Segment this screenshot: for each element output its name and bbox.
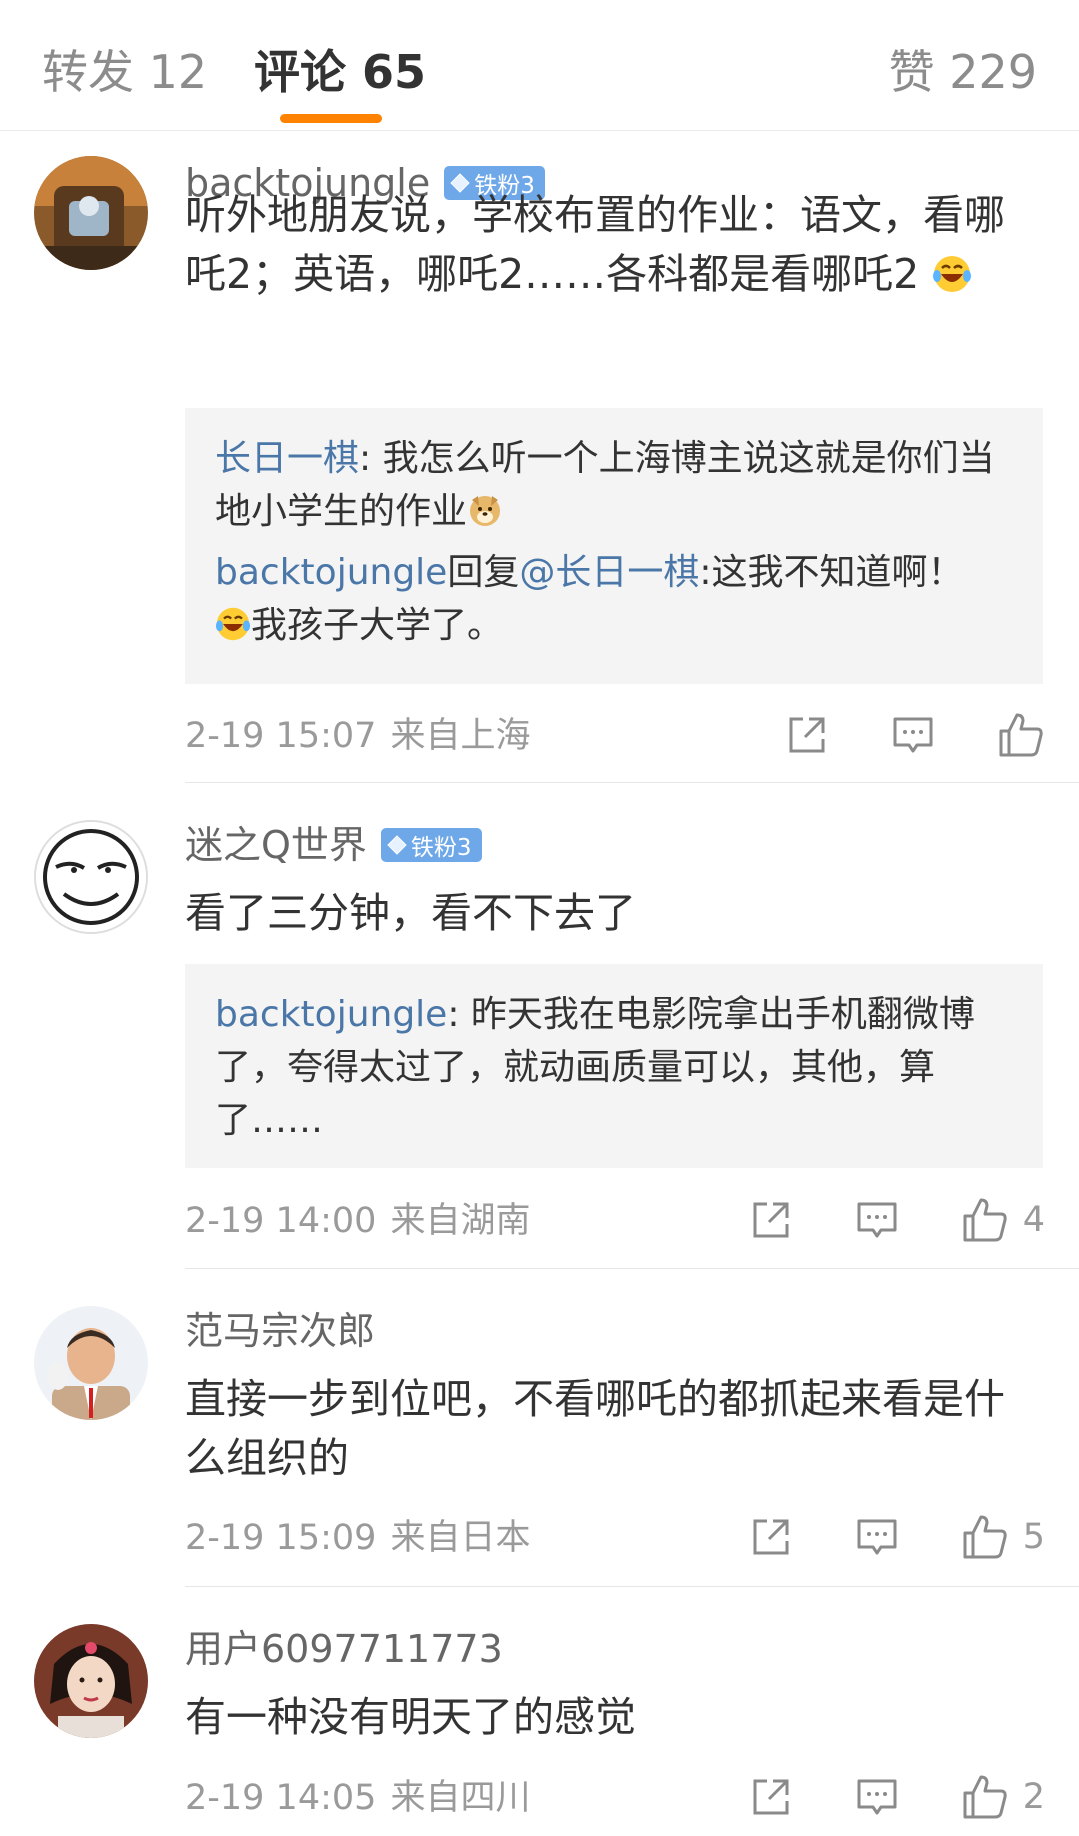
comment-time: 2-19 15:09 <box>185 1518 377 1558</box>
laugh-cry-emoji-icon <box>933 256 972 292</box>
comment-meta: 2-19 15:09 来自日本 <box>185 1516 530 1560</box>
reply-button[interactable] <box>855 1775 899 1819</box>
comment-text-body: 有一种没有明天了的感觉 <box>185 1693 636 1741</box>
reply-item: backtojungle回复@长日一棋:这我不知道啊！ 我孩子大学了。 <box>215 546 1013 652</box>
thumbs-up-icon <box>963 1775 1007 1819</box>
author-row: 范马宗次郎 <box>185 1308 375 1354</box>
comment-location: 来自上海 <box>390 716 531 756</box>
comment-actions: 2 <box>749 1773 1045 1821</box>
comment-time: 2-19 14:00 <box>185 1201 377 1241</box>
comment-meta: 2-19 14:00 来自湖南 <box>185 1199 530 1243</box>
comment-tabs: 转发 12 评论 65 赞 229 <box>0 0 1079 131</box>
comment-text-body: 看了三分钟，看不下去了 <box>185 889 636 937</box>
like-count: 2 <box>1022 1777 1045 1817</box>
reply-text-continued: 我孩子大学了。 <box>251 605 504 646</box>
comment-text: 直接一步到位吧，不看哪吒的都抓起来看是什么组织的 <box>185 1370 1045 1488</box>
reply-separator: : <box>447 994 471 1035</box>
reply-author-link[interactable]: backtojungle <box>215 552 447 593</box>
reply-text: 这我不知道啊！ <box>711 552 964 593</box>
reply-author-link[interactable]: backtojungle <box>215 994 447 1035</box>
tab-repost[interactable]: 转发 12 <box>42 44 207 100</box>
comment-actions: 5 <box>749 1513 1045 1561</box>
reply-button[interactable] <box>855 1198 899 1242</box>
share-button[interactable] <box>749 1775 793 1819</box>
comment-time: 2-19 14:05 <box>185 1778 377 1818</box>
comment-text-body: 直接一步到位吧，不看哪吒的都抓起来看是什么组织的 <box>185 1375 1005 1482</box>
avatar[interactable] <box>34 1306 148 1420</box>
reply-word: 回复 <box>447 552 520 593</box>
reply-separator: : <box>699 552 712 593</box>
comment-actions <box>785 711 1045 759</box>
author-row: 迷之Q世界 铁粉3 <box>185 822 482 868</box>
comment-location: 来自日本 <box>390 1518 531 1558</box>
comment-text: 听外地朋友说，学校布置的作业：语文，看哪吒2；英语，哪吒2……各科都是看哪吒2 <box>185 186 1045 304</box>
like-button[interactable]: 2 <box>961 1773 1045 1821</box>
like-button[interactable]: 5 <box>961 1513 1045 1561</box>
comment-actions: 4 <box>749 1196 1045 1244</box>
comment-location: 来自四川 <box>390 1778 531 1818</box>
comment-text: 有一种没有明天了的感觉 <box>185 1688 1045 1747</box>
username[interactable]: 范马宗次郎 <box>185 1308 375 1354</box>
thumbs-up-icon <box>963 1198 1007 1242</box>
fan-badge-label: 铁粉3 <box>410 835 472 861</box>
reply-author-link[interactable]: 长日一棋 <box>215 438 359 479</box>
share-icon <box>789 717 825 753</box>
reply-separator: : <box>359 438 383 479</box>
reply-button[interactable] <box>855 1515 899 1559</box>
avatar[interactable] <box>34 1624 148 1738</box>
like-count: 4 <box>1022 1200 1045 1240</box>
share-button[interactable] <box>749 1198 793 1242</box>
comment-location: 来自湖南 <box>390 1201 531 1241</box>
reply-thread[interactable]: 长日一棋: 我怎么听一个上海博主说这就是你们当地小学生的作业 backtojun… <box>185 408 1043 684</box>
diamond-icon <box>387 835 407 855</box>
avatar[interactable] <box>34 820 148 934</box>
comment-icon <box>857 1519 897 1555</box>
thumbs-up-icon <box>999 713 1043 757</box>
reply-button[interactable] <box>891 713 935 757</box>
divider <box>185 782 1079 783</box>
share-button[interactable] <box>749 1515 793 1559</box>
thumbs-up-icon <box>963 1515 1007 1559</box>
username[interactable]: 迷之Q世界 <box>185 822 367 868</box>
doge-emoji-icon <box>470 496 501 526</box>
reply-item: 长日一棋: 我怎么听一个上海博主说这就是你们当地小学生的作业 <box>215 432 1013 538</box>
username[interactable]: 用户6097711773 <box>185 1626 503 1672</box>
active-tab-indicator <box>280 114 382 123</box>
share-icon <box>753 1779 789 1815</box>
mention-link[interactable]: @长日一棋 <box>519 552 699 593</box>
reply-thread[interactable]: backtojungle: 昨天我在电影院拿出手机翻微博了，夸得太过了，就动画质… <box>185 964 1043 1168</box>
share-icon <box>753 1202 789 1238</box>
share-icon <box>753 1519 789 1555</box>
comment-text-body: 听外地朋友说，学校布置的作业：语文，看哪吒2；英语，哪吒2……各科都是看哪吒2 <box>185 191 1005 298</box>
comment-meta: 2-19 15:07 来自上海 <box>185 714 530 758</box>
reply-item: backtojungle: 昨天我在电影院拿出手机翻微博了，夸得太过了，就动画质… <box>215 988 1013 1147</box>
share-button[interactable] <box>785 713 829 757</box>
fan-badge[interactable]: 铁粉3 <box>380 828 482 862</box>
laugh-cry-emoji-icon <box>215 607 251 641</box>
comment-meta: 2-19 14:05 来自四川 <box>185 1776 530 1820</box>
divider <box>185 1586 1079 1587</box>
author-row: 用户6097711773 <box>185 1626 503 1672</box>
tab-comments[interactable]: 评论 65 <box>254 44 426 100</box>
comment-icon <box>857 1202 897 1238</box>
divider <box>185 1268 1079 1269</box>
comment-time: 2-19 15:07 <box>185 716 377 756</box>
like-button[interactable]: 4 <box>961 1196 1045 1244</box>
like-button[interactable] <box>997 711 1045 759</box>
avatar[interactable] <box>34 156 148 270</box>
comment-text: 看了三分钟，看不下去了 <box>185 884 1045 943</box>
tab-likes[interactable]: 赞 229 <box>889 44 1037 100</box>
like-count: 5 <box>1022 1517 1045 1557</box>
comment-icon <box>893 717 933 753</box>
comment-icon <box>857 1779 897 1815</box>
